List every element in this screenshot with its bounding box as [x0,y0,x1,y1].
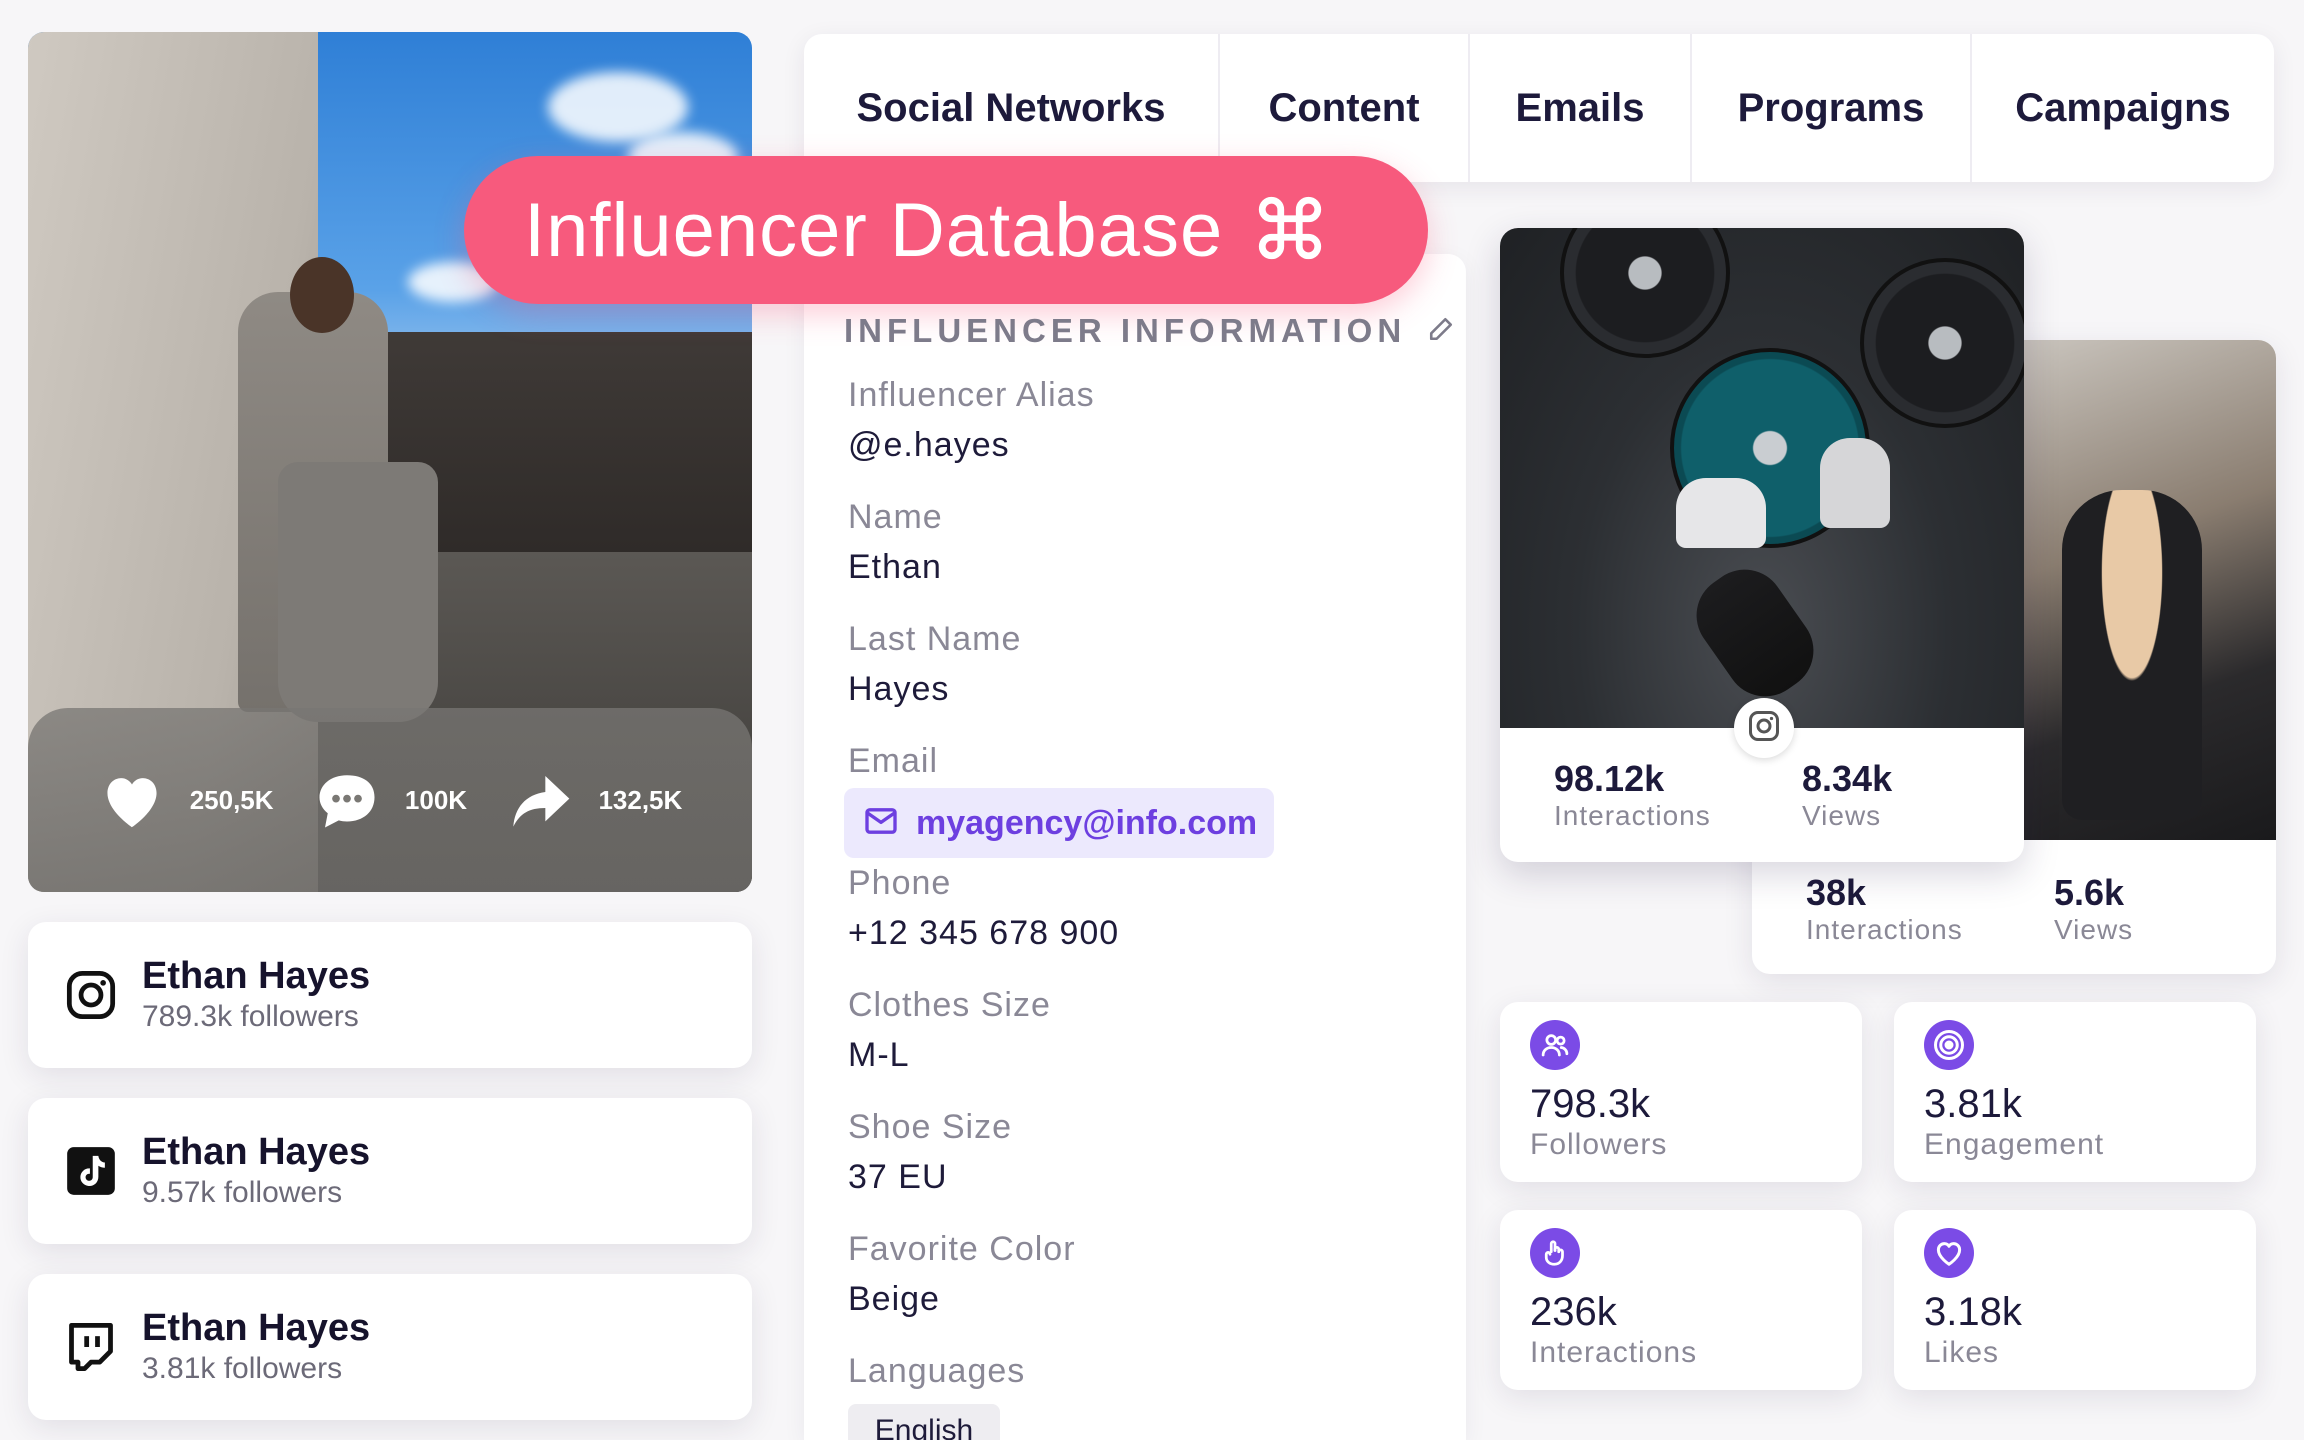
metric-engagement: 3.81k Engagement [1894,1002,2256,1182]
metric-value: 3.18k [1924,1290,2022,1334]
metric-likes: 3.18k Likes [1894,1210,2256,1390]
metric-value: 236k [1530,1290,1617,1334]
comment-icon [313,766,381,834]
pointer-icon [1530,1228,1580,1278]
weight-plate [1560,228,1730,358]
mail-icon [864,807,898,840]
interactions-count: 98.12k [1554,758,1665,799]
weight-plate [1860,258,2024,428]
likes-stat[interactable]: 250,5K [98,766,274,834]
foam-roller [1680,553,1830,713]
likes-count: 250,5K [189,784,274,815]
comments-stat[interactable]: 100K [313,766,467,834]
social-account-instagram[interactable]: Ethan Hayes 789.3k followers [28,922,752,1068]
bag [278,462,438,722]
field-label-languages: Languages [848,1352,1026,1390]
metric-label: Likes [1924,1336,2000,1369]
post-image-fitness-woman [2022,340,2276,840]
instagram-icon [62,966,120,1024]
social-account-tiktok[interactable]: Ethan Hayes 9.57k followers [28,1098,752,1244]
account-name: Ethan Hayes [142,1131,371,1174]
views-label: Views [1802,800,1882,831]
post-image-weights [1500,228,2024,728]
email-chip[interactable]: myagency@info.com [844,788,1274,858]
field-label-shoe-size: Shoe Size [848,1108,1012,1146]
banner-title: Influencer Database [524,187,1224,273]
woman-figure [2062,490,2202,820]
tab-emails[interactable]: Emails [1470,34,1692,182]
metric-label: Engagement [1924,1128,2105,1161]
field-label-favorite-color: Favorite Color [848,1230,1076,1268]
info-heading: INFLUENCER INFORMATION [844,312,1454,350]
sneaker [1820,438,1890,528]
field-value-name[interactable]: Ethan [848,548,942,587]
tiktok-icon [62,1142,120,1200]
interactions-label: Interactions [1554,800,1711,831]
instagram-badge [1734,698,1794,758]
post-stats-bar: 250,5K 100K 132,5K [28,708,752,892]
field-value-phone[interactable]: +12 345 678 900 [848,914,1119,953]
users-icon [1530,1020,1580,1070]
field-label-clothes-size: Clothes Size [848,986,1051,1024]
field-label-alias: Influencer Alias [848,376,1095,414]
account-name: Ethan Hayes [142,1307,371,1350]
tab-campaigns[interactable]: Campaigns [1972,34,2274,182]
field-value-last-name[interactable]: Hayes [848,670,949,709]
field-label-name: Name [848,498,943,536]
field-value-shoe-size[interactable]: 37 EU [848,1158,948,1197]
metric-label: Interactions [1530,1336,1698,1369]
shares-stat[interactable]: 132,5K [506,766,682,834]
account-followers: 9.57k followers [142,1175,343,1209]
email-value: myagency@info.com [916,803,1258,842]
metric-value: 798.3k [1530,1082,1651,1126]
edit-icon[interactable] [1428,312,1454,350]
target-icon [1924,1020,1974,1070]
field-value-alias[interactable]: @e.hayes [848,426,1010,465]
field-value-favorite-color[interactable]: Beige [848,1280,940,1319]
field-label-phone: Phone [848,864,952,902]
command-icon [1253,191,1327,270]
field-label-email: Email [848,742,939,780]
views-count: 8.34k [1802,758,1893,799]
field-value-clothes-size[interactable]: M-L [848,1036,910,1075]
instagram-icon [1746,708,1782,749]
views-count: 5.6k [2054,872,2125,913]
views-label: Views [2054,914,2134,945]
social-account-twitch[interactable]: Ethan Hayes 3.81k followers [28,1274,752,1420]
post-card-front[interactable]: 98.12k Interactions 8.34k Views [1500,228,2024,862]
share-icon [506,766,574,834]
metric-value: 3.81k [1924,1082,2022,1126]
twitch-icon [62,1318,120,1376]
metric-label: Followers [1530,1128,1668,1161]
cloud [548,72,688,142]
field-label-last-name: Last Name [848,620,1022,658]
interactions-count: 38k [1806,872,1867,913]
heart-icon [98,766,166,834]
account-followers: 3.81k followers [142,1351,343,1385]
post-stats: 98.12k Interactions 8.34k Views [1554,758,1892,832]
tab-programs[interactable]: Programs [1692,34,1972,182]
post-stats: 38k Interactions 5.6k Views [1806,872,2133,946]
heart-icon [1924,1228,1974,1278]
interactions-label: Interactions [1806,914,1963,945]
account-name: Ethan Hayes [142,955,371,998]
info-heading-text: INFLUENCER INFORMATION [844,312,1407,349]
metric-followers: 798.3k Followers [1500,1002,1862,1182]
shares-count: 132,5K [598,784,683,815]
comments-count: 100K [404,784,468,815]
sneaker [1676,478,1766,548]
language-chip[interactable]: English [848,1404,1000,1440]
person-head [290,257,354,333]
metric-interactions: 236k Interactions [1500,1210,1862,1390]
account-followers: 789.3k followers [142,999,359,1033]
influencer-database-banner: Influencer Database [464,156,1428,304]
